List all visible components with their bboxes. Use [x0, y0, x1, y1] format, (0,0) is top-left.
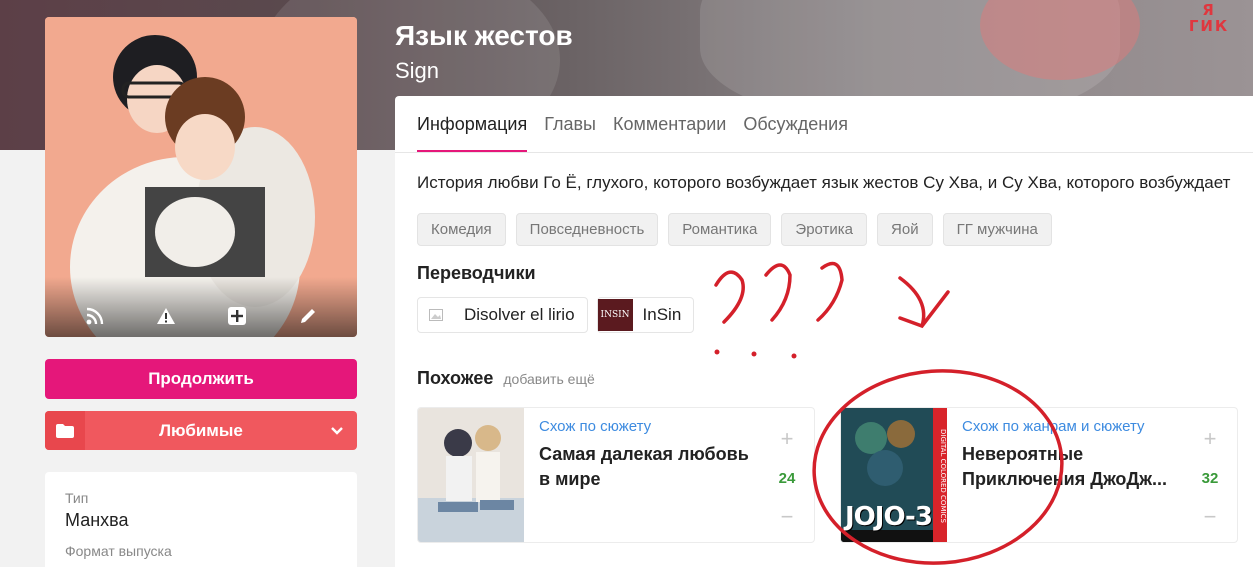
genre-tag[interactable]: Комедия	[417, 213, 506, 246]
similar-cover	[418, 408, 524, 542]
manga-cover	[45, 17, 357, 337]
site-logo[interactable]: Я ГИК	[1186, 2, 1232, 34]
genre-tag[interactable]: Романтика	[668, 213, 772, 246]
continue-button[interactable]: Продолжить	[45, 359, 357, 399]
cover-title: JOJO-3	[845, 502, 933, 532]
similar-tag[interactable]: Схож по жанрам и сюжету	[962, 418, 1145, 435]
downvote-button[interactable]: −	[781, 506, 794, 528]
tabs-divider	[395, 152, 1253, 153]
tabs: Информация Главы Комментарии Обсуждения	[417, 96, 865, 152]
main-panel: Информация Главы Комментарии Обсуждения …	[395, 96, 1253, 567]
translator-avatar: INSIN	[597, 299, 633, 331]
similar-header: Похожее добавить ещё	[417, 368, 595, 389]
similar-tag[interactable]: Схож по сюжету	[539, 418, 651, 435]
upvote-button[interactable]: +	[1204, 428, 1217, 450]
rss-icon[interactable]	[84, 305, 106, 327]
vote-count: 24	[778, 469, 796, 487]
similar-cover: JOJO-3 DIGITAL COLORED COMICS	[841, 408, 947, 542]
genre-tag[interactable]: Яой	[877, 213, 933, 246]
tab-discussions[interactable]: Обсуждения	[743, 96, 848, 152]
pencil-icon[interactable]	[297, 305, 319, 327]
cover-actions	[45, 305, 357, 327]
similar-card[interactable]: Схож по сюжету Самая далекая любовь в ми…	[417, 407, 815, 543]
similar-card[interactable]: JOJO-3 DIGITAL COLORED COMICS Схож по жа…	[840, 407, 1238, 543]
genre-tag[interactable]: Эротика	[781, 213, 868, 246]
upvote-button[interactable]: +	[781, 428, 794, 450]
info-card: Тип Манхва Формат выпуска	[45, 472, 357, 567]
type-value: Манхва	[65, 510, 129, 530]
page-title: Язык жестов	[395, 20, 573, 51]
genre-tag[interactable]: Повседневность	[515, 213, 659, 246]
similar-name[interactable]: Самая далекая любовь в мире	[539, 442, 761, 492]
image-placeholder-icon	[418, 298, 454, 332]
plus-square-icon[interactable]	[226, 305, 248, 327]
warning-icon[interactable]	[155, 305, 177, 327]
tab-info[interactable]: Информация	[417, 96, 528, 152]
tab-chapters[interactable]: Главы	[544, 96, 596, 152]
vote-control: + 32 −	[1195, 428, 1225, 528]
type-label: Тип	[65, 490, 89, 506]
tab-comments[interactable]: Комментарии	[613, 96, 726, 152]
chevron-down-icon[interactable]	[317, 426, 357, 435]
translator-list: Disolver el lirio INSIN InSin	[417, 297, 703, 333]
downvote-button[interactable]: −	[1204, 506, 1217, 528]
add-more-link[interactable]: добавить ещё	[503, 371, 594, 387]
vote-control: + 24 −	[772, 428, 802, 528]
page-subtitle: Sign	[395, 58, 440, 83]
folder-icon	[45, 411, 85, 450]
translator-item[interactable]: INSIN InSin	[596, 297, 695, 333]
vote-count: 32	[1201, 469, 1219, 487]
translator-name: InSin	[642, 305, 682, 324]
format-label: Формат выпуска	[65, 543, 172, 559]
similar-name[interactable]: Невероятные Приключения ДжоДж...	[962, 442, 1184, 492]
genre-tag[interactable]: ГГ мужчина	[942, 213, 1052, 246]
favorites-button[interactable]: Любимые	[45, 411, 357, 450]
favorites-label: Любимые	[159, 420, 243, 440]
translator-item[interactable]: Disolver el lirio	[417, 297, 588, 333]
similar-title: Похожее	[417, 368, 494, 388]
translator-name: Disolver el lirio	[464, 305, 575, 324]
translators-title: Переводчики	[417, 263, 536, 283]
cover-side-text: DIGITAL COLORED COMICS	[939, 429, 947, 523]
genre-list: Комедия Повседневность Романтика Эротика…	[417, 213, 1062, 246]
description: История любви Го Ё, глухого, которого во…	[417, 173, 1231, 192]
